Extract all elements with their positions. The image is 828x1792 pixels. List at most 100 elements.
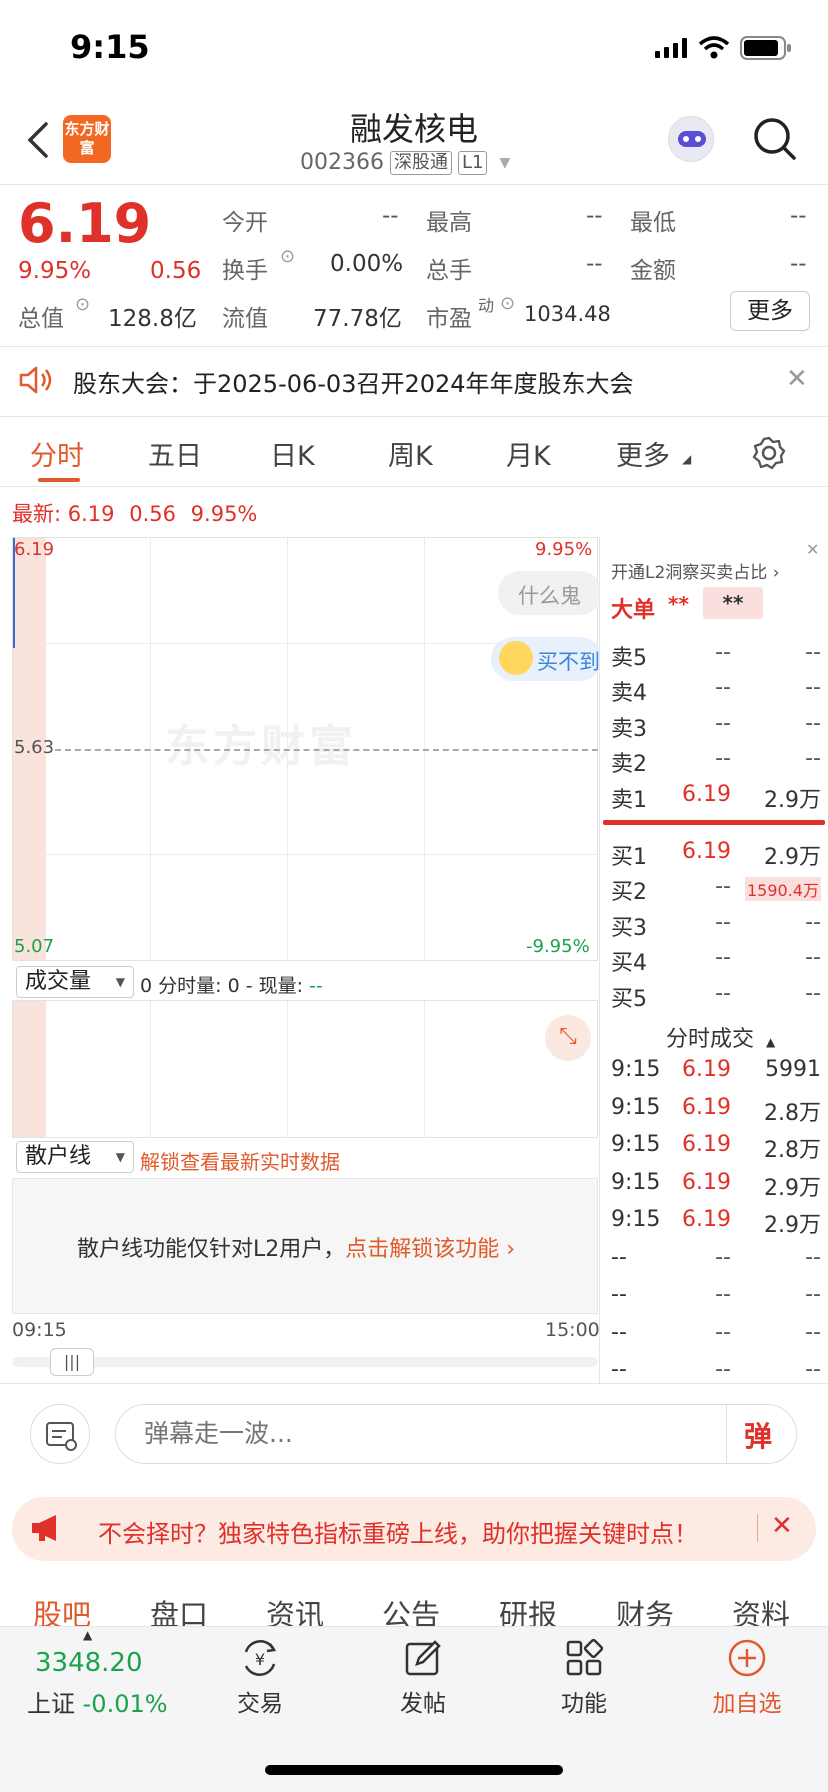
bid-ask-divider xyxy=(603,820,825,825)
danmu-send-icon[interactable]: 弹 xyxy=(744,1415,772,1455)
open-value: -- xyxy=(382,203,399,229)
index-row[interactable]: 上证 -0.01% xyxy=(27,1684,168,1719)
turnover-value: 0.00% xyxy=(330,251,404,277)
change-percent: 9.95% xyxy=(18,258,92,284)
volume-chart[interactable] xyxy=(12,1000,598,1138)
dropdown-arrow-icon: ▼ xyxy=(115,1150,125,1164)
y-axis-mid: 5.63 xyxy=(14,737,55,758)
latest-price: 6.19 xyxy=(67,502,115,526)
promo-divider xyxy=(757,1514,758,1542)
more-quote-button[interactable]: 更多 xyxy=(730,291,810,331)
volume-selector[interactable]: 成交量 ▼ xyxy=(16,966,134,998)
turnover-label: 换手 xyxy=(222,258,268,284)
total-hand-value: -- xyxy=(586,251,603,277)
signal-icon xyxy=(655,38,687,58)
stock-code-row[interactable]: 002366 深股通 L1 ▼ xyxy=(300,150,510,175)
watermark: 东方财富 xyxy=(165,721,357,772)
latest-price-line: 最新: 6.19 0.56 9.95% xyxy=(12,498,257,528)
tab-monthly-k[interactable]: 月K xyxy=(506,434,551,473)
pe-dynamic-mark: 动 xyxy=(478,296,495,315)
pe-label: 市盈 xyxy=(426,306,472,332)
stock-code: 002366 xyxy=(300,150,384,175)
pe-info-icon[interactable]: ⊙ xyxy=(500,293,515,314)
volume-info: 0 分时量: 0 - 现量: -- xyxy=(140,975,323,997)
yuan-exchange-icon: ¥ xyxy=(244,1640,277,1676)
status-time: 9:15 xyxy=(70,28,150,66)
high-label: 最高 xyxy=(426,210,472,236)
megaphone-icon xyxy=(32,1515,56,1541)
index-change: -0.01% xyxy=(82,1690,168,1718)
amount-label: 金额 xyxy=(630,258,676,284)
tab-five-day[interactable]: 五日 xyxy=(148,434,202,473)
tab-intraday[interactable]: 分时 xyxy=(30,434,84,473)
big-order-v1: ** xyxy=(668,592,689,616)
wifi-icon xyxy=(698,36,730,59)
latest-change: 0.56 xyxy=(129,502,176,526)
comment-settings-icon[interactable] xyxy=(30,1404,90,1464)
search-icon[interactable] xyxy=(752,116,798,162)
amount-value: -- xyxy=(790,251,807,277)
unlock-feature-link[interactable]: 点击解锁该功能 xyxy=(345,1237,499,1262)
retail-line-message: 散户线功能仅针对L2用户，点击解锁该功能 › xyxy=(77,1237,516,1262)
level-tag: L1 xyxy=(457,150,488,175)
turnover-info-icon[interactable]: ⊙ xyxy=(280,246,295,267)
pct-axis-top: 9.95% xyxy=(535,539,593,560)
settings-gear-icon[interactable] xyxy=(752,436,786,470)
chart-scroll-handle[interactable]: ||| xyxy=(50,1348,94,1376)
current-price: 6.19 xyxy=(18,192,152,255)
market-cap-label: 总值 xyxy=(18,306,64,332)
promo-text[interactable]: 不会择时？独家特色指标重磅上线，助你把握关键时点！ xyxy=(98,1514,698,1549)
chevron-right-icon: › xyxy=(767,563,780,583)
danmu-input-box[interactable]: 弹 xyxy=(115,1404,797,1464)
close-l2-icon[interactable]: ✕ xyxy=(806,540,819,559)
close-promo-icon[interactable]: ✕ xyxy=(771,1511,793,1541)
active-tab-indicator xyxy=(38,478,80,482)
pe-value: 1034.48 xyxy=(524,302,611,326)
danmu-bubble-2: 买不到 xyxy=(491,637,602,681)
tab-daily-k[interactable]: 日K xyxy=(270,434,315,473)
trades-title[interactable]: 分时成交 ▲ xyxy=(666,1021,775,1053)
unlock-hint[interactable]: 解锁查看最新实时数据 xyxy=(140,1146,340,1175)
nav-add-watchlist[interactable]: 加自选 xyxy=(700,1638,794,1718)
retail-line-selector[interactable]: 散户线 ▼ xyxy=(16,1141,134,1173)
danmu-divider xyxy=(726,1405,727,1463)
notice-text[interactable]: 股东大会：于2025-06-03召开2024年年度股东大会 xyxy=(73,364,634,399)
nav-post[interactable]: 发帖 xyxy=(383,1638,463,1718)
connect-tag: 深股通 xyxy=(389,150,452,175)
market-cap-value: 128.8亿 xyxy=(108,306,197,332)
prev-close-line xyxy=(55,749,598,751)
pct-axis-bottom: -9.95% xyxy=(526,936,590,957)
total-hand-label: 总手 xyxy=(426,258,472,284)
close-notice-icon[interactable]: ✕ xyxy=(786,364,808,394)
time-axis-start: 09:15 xyxy=(12,1319,67,1341)
expand-chart-icon[interactable]: ⤡ xyxy=(545,1015,591,1061)
low-value: -- xyxy=(790,203,807,229)
index-value[interactable]: 3348.20 xyxy=(35,1648,143,1678)
tab-weekly-k[interactable]: 周K xyxy=(388,434,433,473)
chevron-right-icon: › xyxy=(499,1237,516,1262)
open-label: 今开 xyxy=(222,210,268,236)
robot-avatar-icon[interactable] xyxy=(668,116,714,162)
change-amount: 0.56 xyxy=(150,258,202,284)
high-value: -- xyxy=(586,203,603,229)
battery-icon xyxy=(740,36,791,60)
big-order-label: 大单 xyxy=(611,598,656,623)
float-cap-label: 流值 xyxy=(222,306,268,332)
nav-trade[interactable]: ¥ 交易 xyxy=(220,1638,300,1718)
y-axis-bottom: 5.07 xyxy=(14,936,55,957)
y-axis-top: 6.19 xyxy=(14,539,55,560)
low-label: 最低 xyxy=(630,210,676,236)
tab-more[interactable]: 更多 xyxy=(616,434,670,473)
danmu-bubble: 什么鬼 xyxy=(498,571,602,615)
chart-scroll-track[interactable] xyxy=(12,1357,598,1367)
time-axis-end: 15:00 xyxy=(545,1319,600,1341)
grid-icon xyxy=(566,1638,604,1676)
sort-up-icon: ▲ xyxy=(766,1035,776,1049)
market-cap-info-icon[interactable]: ⊙ xyxy=(75,294,90,315)
l2-hint[interactable]: 开通L2洞察买卖占比 › xyxy=(611,558,780,583)
chevron-down-icon: ▼ xyxy=(499,154,511,171)
nav-function[interactable]: 功能 xyxy=(544,1638,624,1718)
dropdown-arrow-icon: ▼ xyxy=(115,975,125,989)
danmu-input[interactable] xyxy=(144,1419,704,1448)
collapse-up-icon[interactable]: ▲ xyxy=(83,1628,92,1642)
